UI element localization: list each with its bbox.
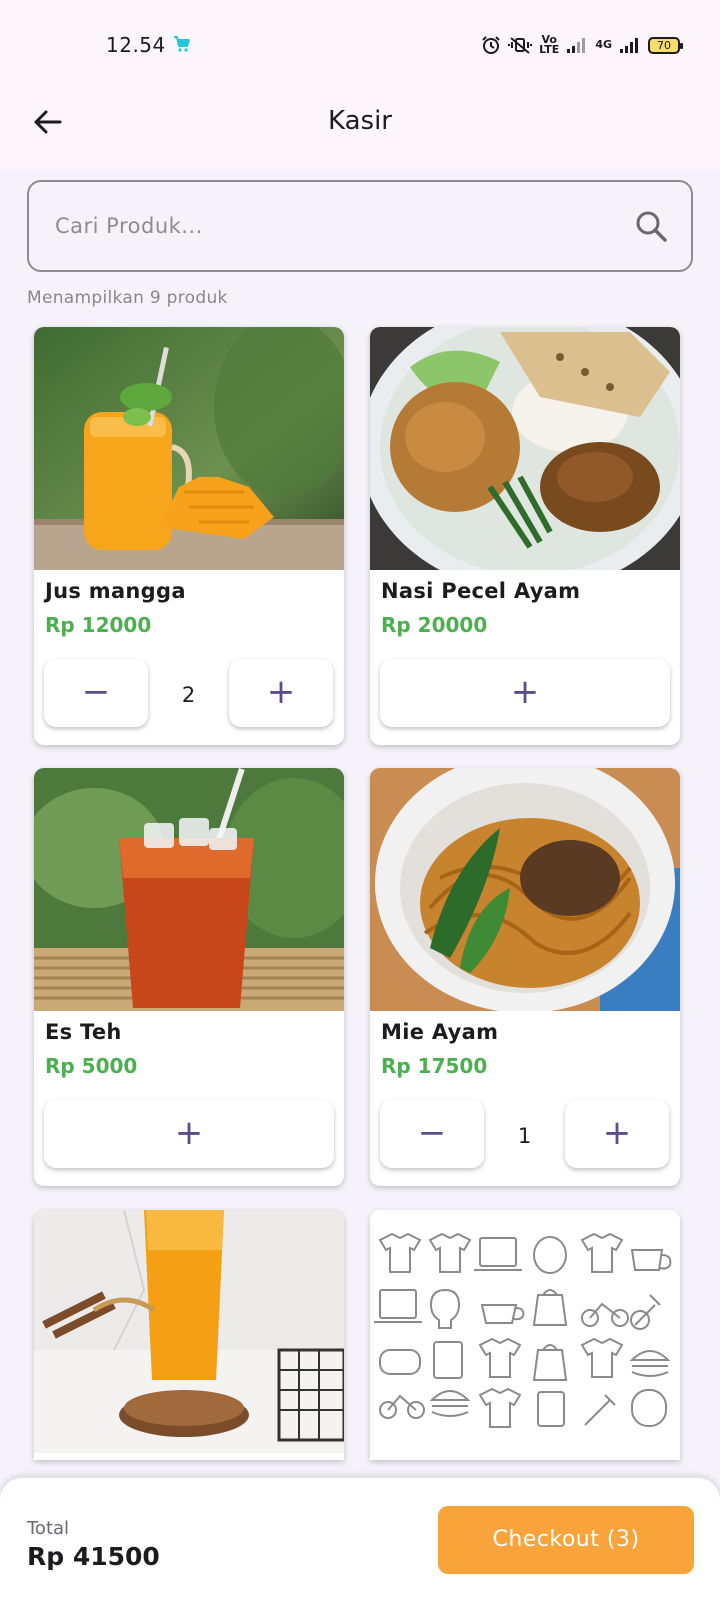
alarm-icon xyxy=(482,36,500,54)
add-to-cart-button[interactable]: + xyxy=(44,1100,334,1168)
product-card[interactable]: Jus mangga Rp 12000 − 2 + xyxy=(34,327,344,745)
total-amount: Rp 41500 xyxy=(27,1542,160,1571)
page-title: Kasir xyxy=(328,106,392,136)
network-type: 4G xyxy=(595,38,612,51)
quantity-value: 2 xyxy=(181,683,196,707)
product-name: Mie Ayam xyxy=(381,1020,499,1044)
product-price: Rp 20000 xyxy=(381,613,488,637)
product-name: Es Teh xyxy=(45,1020,122,1044)
vibrate-mute-icon xyxy=(508,37,533,54)
volte-indicator: Vo LTE xyxy=(539,33,560,56)
product-card[interactable]: Mie Ayam Rp 17500 − 1 + xyxy=(370,768,680,1186)
product-image-iced-tea xyxy=(34,768,344,1011)
search-icon[interactable] xyxy=(633,208,669,244)
checkout-bar: Total Rp 41500 Checkout (3) xyxy=(0,1478,720,1600)
status-icons: Vo LTE 4G 70 xyxy=(481,32,683,58)
search-input[interactable]: Cari Produk... xyxy=(27,180,693,272)
search-placeholder: Cari Produk... xyxy=(55,214,203,238)
app-bar: Kasir xyxy=(0,90,720,170)
product-price: Rp 5000 xyxy=(45,1054,138,1078)
increase-quantity-button[interactable]: + xyxy=(565,1100,669,1168)
decrease-quantity-button[interactable]: − xyxy=(380,1100,484,1168)
product-name: Jus mangga xyxy=(45,579,186,603)
product-card[interactable] xyxy=(34,1210,344,1460)
product-image-mango-juice xyxy=(34,327,344,570)
signal-strength-icon xyxy=(620,38,638,53)
battery-indicator: 70 xyxy=(648,36,683,54)
product-card[interactable]: Nasi Pecel Ayam Rp 20000 + xyxy=(370,327,680,745)
checkout-button[interactable]: Checkout (3) xyxy=(438,1506,694,1574)
status-time: 12.54 xyxy=(106,33,166,57)
product-price: Rp 12000 xyxy=(45,613,152,637)
decrease-quantity-button[interactable]: − xyxy=(44,659,148,727)
shopping-cart-icon xyxy=(174,36,190,52)
status-bar: 12.54 Vo LTE 4G 70 xyxy=(0,0,720,90)
product-image-orange-drink xyxy=(34,1210,344,1453)
quantity-value: 1 xyxy=(517,1124,532,1148)
add-to-cart-button[interactable]: + xyxy=(380,659,670,727)
product-name: Nasi Pecel Ayam xyxy=(381,579,581,603)
product-image-nasi-pecel-ayam xyxy=(370,327,680,570)
product-image-mie-ayam xyxy=(370,768,680,1011)
signal-strength-icon xyxy=(567,38,586,53)
product-price: Rp 17500 xyxy=(381,1054,488,1078)
product-card[interactable]: Es Teh Rp 5000 + xyxy=(34,768,344,1186)
product-image-placeholder-pattern xyxy=(370,1210,680,1453)
product-card[interactable] xyxy=(370,1210,680,1460)
product-count: Menampilkan 9 produk xyxy=(27,288,228,308)
total-label: Total xyxy=(27,1518,70,1539)
increase-quantity-button[interactable]: + xyxy=(229,659,333,727)
